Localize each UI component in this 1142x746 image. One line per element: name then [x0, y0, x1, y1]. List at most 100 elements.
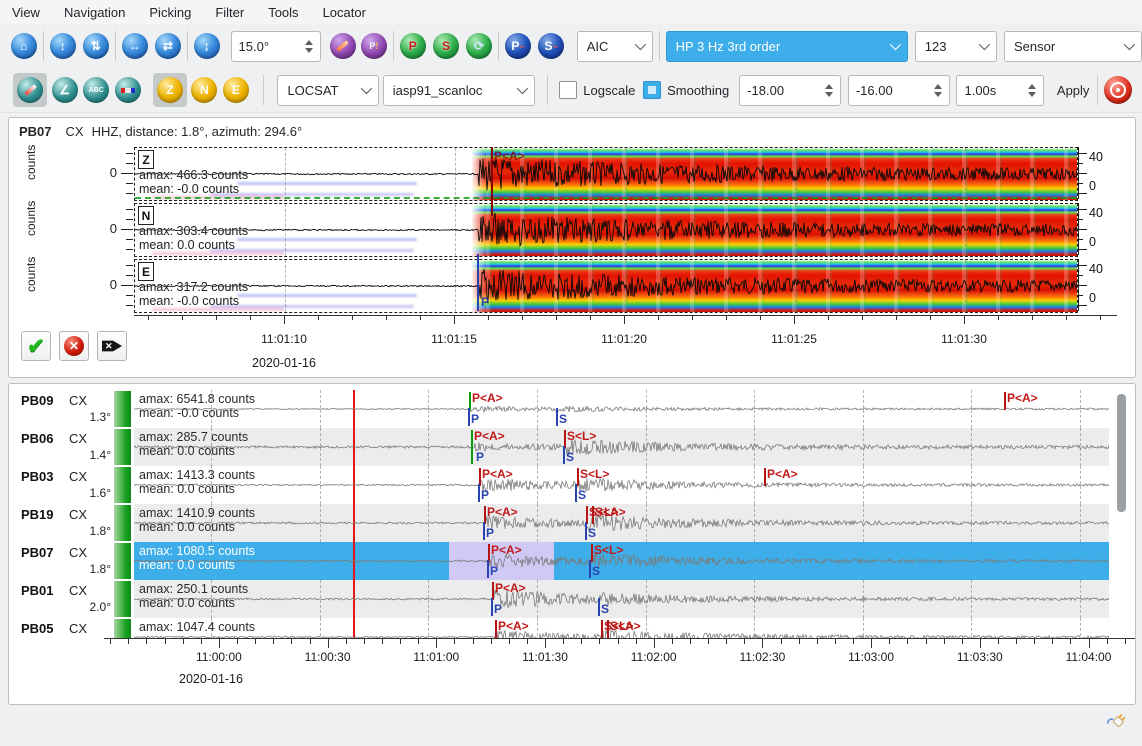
trace-row-pb03[interactable]: amax: 1413.3 countsmean: 0.0 countsP<A>P… [134, 466, 1109, 504]
home-icon: ⌂ [20, 39, 27, 53]
axis-tick [799, 639, 800, 644]
mean-label: mean: -0.0 counts [139, 182, 239, 196]
right-axis-tick [1078, 305, 1087, 306]
time-range-tool-button[interactable] [115, 77, 141, 103]
zoom-horizontal-out-button[interactable]: ↔ [122, 33, 148, 59]
trace-canvas-z[interactable]: Zamax: 466.3 countsmean: -0.0 counts [134, 147, 1078, 201]
trace-row-pb06[interactable]: amax: 285.7 countsmean: 0.0 countsP<A>PS… [134, 428, 1109, 466]
phase-name-tool-button[interactable]: ABC [83, 77, 109, 103]
spectrum-min-value: -18.00 [747, 83, 784, 98]
trace-canvas-e[interactable]: Eamax: 317.2 countsmean: -0.0 counts [134, 259, 1078, 313]
network-code: CX [69, 545, 87, 560]
locate-event-button[interactable] [1104, 76, 1132, 104]
show-p-picks-button[interactable]: P~ [505, 33, 531, 59]
axis-tick [182, 315, 183, 320]
axis-tick [250, 315, 251, 320]
waveform [135, 204, 1077, 256]
trace-row-pb05[interactable]: amax: 1047.4 countsP<A>S<L>S<A> [134, 618, 1109, 638]
show-s-picks-button[interactable]: S~ [538, 33, 564, 59]
trace-row-pb01[interactable]: amax: 250.1 countsmean: 0.0 countsP<A>PS [134, 580, 1109, 618]
station-code: PB05 [21, 621, 54, 636]
spinner-arrows-icon[interactable] [934, 84, 942, 97]
rotation-combo[interactable]: 123 [915, 31, 997, 62]
pick-label: S [601, 602, 609, 616]
s-wave-icon: S~ [545, 39, 558, 53]
measure-tool-button[interactable] [330, 33, 356, 59]
spinner-arrows-icon[interactable] [305, 40, 313, 53]
spectrum-max-spinner[interactable]: -16.00 [848, 75, 950, 106]
right-axis-tick [1078, 285, 1087, 286]
spinner-arrows-icon[interactable] [1028, 84, 1036, 97]
angle-spinner[interactable]: 15.0° [231, 31, 321, 62]
apply-button[interactable]: Apply [1049, 79, 1098, 102]
zoom-vertical-in-button[interactable]: ⇅ [83, 33, 109, 59]
component-z-button[interactable]: Z [157, 77, 183, 103]
menu-item-filter[interactable]: Filter [203, 2, 256, 23]
uncertainty-tool-button[interactable]: P! [361, 33, 387, 59]
locator-profile-combo[interactable]: iasp91_scanloc [383, 75, 535, 106]
smoothing-checkbox[interactable]: Smoothing [643, 81, 729, 99]
picker-algorithm-combo[interactable]: AIC [577, 31, 653, 62]
axis-tick [1070, 639, 1071, 644]
pick-tool-button[interactable] [17, 77, 43, 103]
freq-min-label: 0 [1089, 291, 1096, 305]
target-icon [1110, 82, 1126, 98]
time-tick-label: 11:01:20 [584, 332, 664, 346]
menu-item-picking[interactable]: Picking [137, 2, 203, 23]
component-e-button[interactable]: E [223, 77, 249, 103]
axis-tick [563, 639, 564, 644]
menu-item-navigation[interactable]: Navigation [52, 2, 137, 23]
trace-row-pb19[interactable]: amax: 1410.9 countsmean: 0.0 countsP<A>P… [134, 504, 1109, 542]
pick-line-p [478, 484, 480, 502]
amplitude-scale-button[interactable]: ↨ [194, 33, 220, 59]
checkbox-unchecked-icon[interactable] [559, 81, 577, 99]
time-tick-label: 11:01:30 [509, 650, 581, 664]
freq-max-label: 40 [1089, 206, 1103, 220]
axis-tick [871, 639, 872, 648]
menu-item-tools[interactable]: Tools [256, 2, 310, 23]
time-tick-label: 11:00:00 [183, 650, 255, 664]
locator-combo[interactable]: LOCSAT [277, 75, 379, 106]
arrow-x-icon: ✕ [102, 339, 122, 353]
component-n-button[interactable]: N [191, 77, 217, 103]
time-window-spinner[interactable]: 1.00s [956, 75, 1044, 106]
menu-item-locator[interactable]: Locator [311, 2, 378, 23]
axis-tick [708, 639, 709, 644]
amplitude-bar [114, 467, 131, 503]
logscale-checkbox[interactable]: Logscale [559, 81, 635, 99]
pick-label: P<A> [472, 391, 503, 405]
vertical-scrollbar[interactable] [1117, 394, 1126, 512]
spinner-arrows-icon[interactable] [825, 84, 833, 97]
time-tick-label: 11:01:30 [924, 332, 1004, 346]
filter-combo[interactable]: HP 3 Hz 3rd order [666, 31, 908, 62]
trace-row-pb07[interactable]: amax: 1080.5 countsmean: 0.0 countsP<A>P… [134, 542, 1109, 580]
axis-tick [762, 639, 763, 648]
delete-forward-button[interactable]: ✕ [97, 331, 127, 361]
confirm-pick-button[interactable]: ✔ [21, 331, 51, 361]
relocate-button[interactable]: ⟳ [466, 33, 492, 59]
range-handles-icon [121, 88, 135, 93]
picker-panel: PB07CXHHZ, distance: 1.8°, azimuth: 294.… [8, 117, 1136, 378]
axis-tick [907, 639, 908, 644]
reject-pick-button[interactable]: ✕ [59, 331, 89, 361]
pick-p-button[interactable]: P [400, 33, 426, 59]
home-button[interactable]: ⌂ [11, 33, 37, 59]
axis-tick [853, 639, 854, 644]
p-phase-icon: P [409, 39, 417, 53]
pick-s-button[interactable]: S [433, 33, 459, 59]
menu-item-view[interactable]: View [0, 2, 52, 23]
amplitude-bar [114, 429, 131, 465]
axis-tick [896, 315, 897, 320]
amax-label: amax: 250.1 counts [139, 582, 248, 596]
trace-row-pb09[interactable]: amax: 6541.8 countsmean: -0.0 countsP<A>… [134, 390, 1109, 428]
spectrum-min-spinner[interactable]: -18.00 [739, 75, 841, 106]
refresh-globe-icon: ⟳ [474, 39, 484, 53]
zoom-vertical-out-button[interactable]: ↕ [50, 33, 76, 59]
zoom-horizontal-in-button[interactable]: ⇄ [155, 33, 181, 59]
unit-combo[interactable]: Sensor [1004, 31, 1142, 62]
left-axis-tick [121, 173, 133, 174]
trace-canvas-n[interactable]: Namax: 303.4 countsmean: 0.0 counts [134, 203, 1078, 257]
checkbox-checked-icon[interactable] [643, 81, 661, 99]
distance-label: 1.3° [71, 410, 111, 424]
polarity-tool-button[interactable]: ∠ [52, 77, 78, 103]
